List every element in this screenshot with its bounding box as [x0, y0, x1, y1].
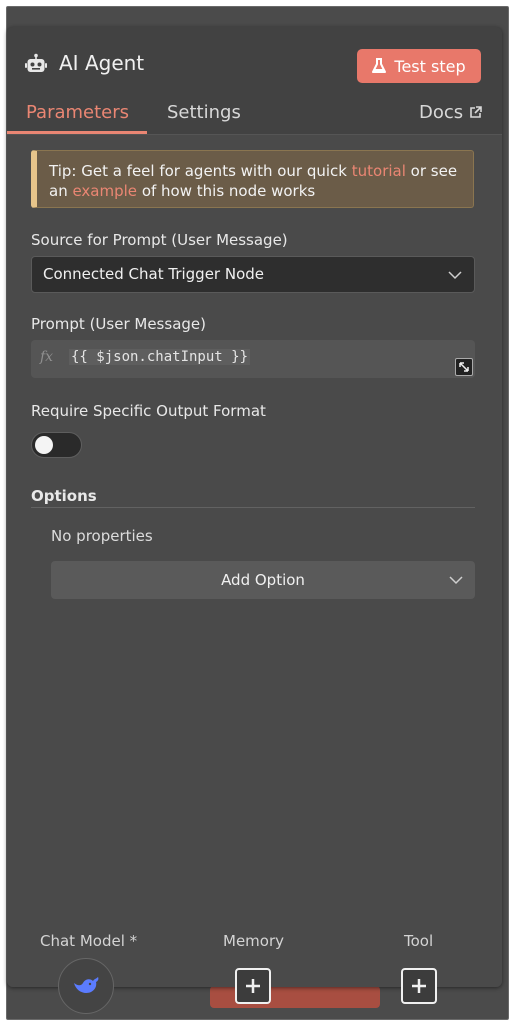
active-tab-indicator [7, 131, 147, 134]
chevron-down-icon [448, 271, 462, 280]
source-prompt-label: Source for Prompt (User Message) [31, 231, 288, 249]
tab-settings[interactable]: Settings [167, 102, 241, 123]
tab-parameters[interactable]: Parameters [26, 102, 129, 123]
toggle-knob [35, 436, 53, 454]
plus-icon [246, 979, 260, 993]
tip-text-start: Tip: Get a feel for agents with our quic… [49, 162, 352, 180]
deepseek-whale-icon [74, 977, 99, 993]
parameters-content: Tip: Get a feel for agents with our quic… [7, 135, 502, 987]
no-properties-text: No properties [51, 527, 153, 545]
add-option-label: Add Option [221, 571, 305, 589]
memory-connector-label: Memory [223, 932, 285, 950]
tab-docs[interactable]: Docs [419, 102, 482, 123]
prompt-label: Prompt (User Message) [31, 315, 206, 333]
fx-icon: fx [40, 349, 54, 365]
tab-bar: Parameters Settings Docs [7, 93, 502, 135]
source-prompt-select[interactable]: Connected Chat Trigger Node [31, 256, 475, 293]
plus-icon [412, 979, 426, 993]
test-step-button[interactable]: Test step [357, 49, 481, 83]
options-divider [31, 507, 475, 508]
node-settings-panel: AI Agent Test step Parameters Settings D… [7, 27, 502, 987]
prompt-expression: {{ $json.chatInput }} [69, 349, 251, 365]
test-step-label: Test step [394, 56, 466, 76]
node-title: AI Agent [59, 51, 145, 75]
tip-text-end: of how this node works [137, 182, 316, 200]
source-prompt-value: Connected Chat Trigger Node [43, 265, 265, 283]
add-tool-button[interactable] [401, 968, 437, 1004]
tool-connector-label: Tool [404, 932, 434, 950]
prompt-expression-field[interactable]: fx {{ $json.chatInput }} [31, 340, 475, 378]
options-heading: Options [31, 487, 97, 505]
external-link-icon [470, 106, 482, 118]
docs-label: Docs [419, 102, 464, 123]
output-format-toggle[interactable] [31, 432, 82, 458]
add-memory-button[interactable] [235, 968, 271, 1004]
chat-model-connector-label: Chat Model * [40, 932, 138, 950]
output-format-label: Require Specific Output Format [31, 402, 266, 420]
add-option-button[interactable]: Add Option [51, 561, 475, 599]
chevron-down-icon [449, 576, 463, 585]
flask-icon [372, 58, 387, 73]
chat-model-node[interactable] [58, 958, 114, 1014]
tutorial-link[interactable]: tutorial [352, 162, 406, 180]
robot-icon [25, 53, 47, 72]
expand-icon[interactable] [455, 358, 473, 376]
tip-callout: Tip: Get a feel for agents with our quic… [31, 150, 474, 208]
example-link[interactable]: example [72, 182, 137, 200]
